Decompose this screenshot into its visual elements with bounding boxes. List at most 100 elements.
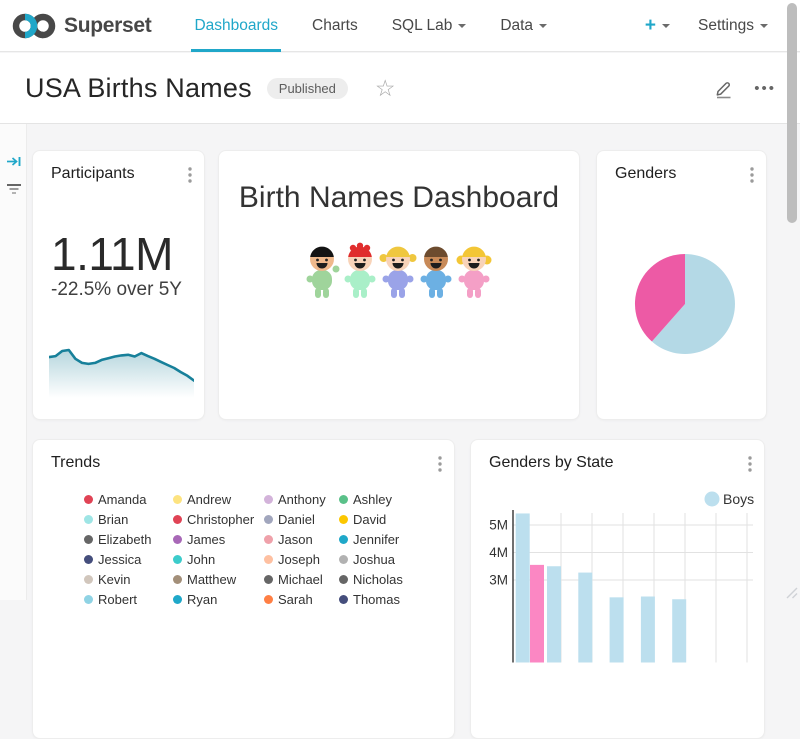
legend-color-dot [264,555,273,564]
legend-label: Daniel [278,512,315,527]
legend-item[interactable]: Joshua [339,549,403,569]
legend-color-dot [173,595,182,604]
nav-item-dashboards[interactable]: Dashboards [177,0,295,52]
kebab-menu-icon[interactable] [188,167,192,183]
legend-color-dot [264,595,273,604]
legend-color-dot [339,595,348,604]
genders-by-state-bar-chart[interactable]: 5M4M3MBoys [471,440,766,725]
legend-item[interactable]: Andrew [173,489,264,509]
header-actions: ••• [713,78,776,99]
legend-item[interactable]: Matthew [173,569,264,589]
legend-item[interactable]: Jason [264,529,339,549]
participants-card: Participants 1.11M -22.5% over 5Y [32,150,205,420]
dashboard-header: USA Births Names Published ☆ ••• [0,53,800,124]
new-item-button[interactable]: + [639,15,676,37]
favorite-star-icon[interactable]: ☆ [375,77,396,100]
bar-boys [610,597,624,662]
legend-item[interactable]: Jessica [84,549,173,569]
expand-filter-bar-icon[interactable] [6,154,22,169]
legend-item[interactable]: Ryan [173,589,264,609]
legend-label: Michael [278,572,323,587]
legend-label: Ashley [353,492,392,507]
legend-label: Thomas [353,592,400,607]
trends-legend: AmandaAndrewAnthony Ashley Brian Christophe… [84,489,403,609]
more-menu-icon[interactable]: ••• [754,80,776,97]
filter-funnel-icon[interactable] [6,182,22,196]
big-number-value: 1.11M [51,227,173,281]
bar-boys [516,513,530,662]
legend-color-dot [84,575,93,584]
svg-text:4M: 4M [489,545,508,560]
legend-item[interactable]: Kevin [84,569,173,589]
brand-name: Superset [64,14,151,38]
legend-label: Jennifer [353,532,399,547]
nav-right-section: + Settings [639,15,800,37]
chart-title: Genders by State [489,454,614,472]
legend-color-dot [84,495,93,504]
kebab-menu-icon[interactable] [438,456,442,472]
kebab-menu-icon[interactable] [750,167,754,183]
legend-color-dot [264,575,273,584]
nav-item-sql-lab[interactable]: SQL Lab [375,0,484,52]
genders-pie-chart[interactable] [597,151,768,419]
legend-label: Jessica [98,552,141,567]
legend-label: James [187,532,225,547]
resize-handle-icon[interactable] [784,585,798,599]
legend-item[interactable]: John [173,549,264,569]
legend-color-dot [264,535,273,544]
legend-item[interactable]: Thomas [339,589,403,609]
legend-label: Joseph [278,552,320,567]
legend-color-dot [339,535,348,544]
trends-card: Trends AmandaAndrewAnthony Ashley Brian Chr… [32,439,455,739]
legend-label: Brian [98,512,128,527]
bar-boys [547,566,561,662]
legend-item[interactable]: James [173,529,264,549]
chart-title: Trends [51,454,100,472]
legend-color-dot [84,535,93,544]
legend-item[interactable]: Christopher [173,509,264,529]
published-badge[interactable]: Published [267,78,348,99]
legend-item[interactable]: Anthony [264,489,339,509]
legend-item[interactable]: Brian [84,509,173,529]
legend-item[interactable]: Ashley [339,489,403,509]
svg-text:5M: 5M [489,518,508,533]
legend-item[interactable]: Sarah [264,589,339,609]
legend-color-dot [339,495,348,504]
legend-item[interactable]: David [339,509,403,529]
settings-menu[interactable]: Settings [692,17,774,35]
legend-label: Jason [278,532,313,547]
legend-label: Sarah [278,592,313,607]
legend-item[interactable]: Joseph [264,549,339,569]
kebab-menu-icon[interactable] [748,456,752,472]
bar-boys [578,573,592,663]
bar-boys [641,597,655,663]
edit-pencil-icon[interactable] [713,78,734,99]
legend-item[interactable]: Jennifer [339,529,403,549]
bar-girls [530,565,544,663]
svg-text:3M: 3M [489,573,508,588]
legend-item[interactable]: Robert [84,589,173,609]
legend-color-dot [173,575,182,584]
nav-item-data[interactable]: Data [483,0,564,52]
superset-logo[interactable]: Superset [12,11,151,41]
infinity-logo-icon [12,11,56,41]
nav-item-charts[interactable]: Charts [295,0,375,52]
legend-label: Nicholas [353,572,403,587]
legend-item[interactable]: Daniel [264,509,339,529]
chart-title: Genders [615,165,676,183]
genders-by-state-card: 5M4M3MBoys Genders by State [470,439,765,739]
vertical-scrollbar[interactable] [787,3,797,223]
legend-item[interactable]: Nicholas [339,569,403,589]
children-illustration [304,241,494,303]
legend-item[interactable]: Elizabeth [84,529,173,549]
page-title: USA Births Names [25,73,252,104]
legend-item[interactable]: Amanda [84,489,173,509]
legend-color-dot [173,555,182,564]
legend-label: Elizabeth [98,532,151,547]
legend-item[interactable]: Michael [264,569,339,589]
participants-sparkline-chart[interactable] [49,344,194,398]
legend-color-dot [264,495,273,504]
legend-label: Ryan [187,592,217,607]
chart-title: Participants [51,165,135,183]
dashboard-heading: Birth Names Dashboard [219,181,579,215]
